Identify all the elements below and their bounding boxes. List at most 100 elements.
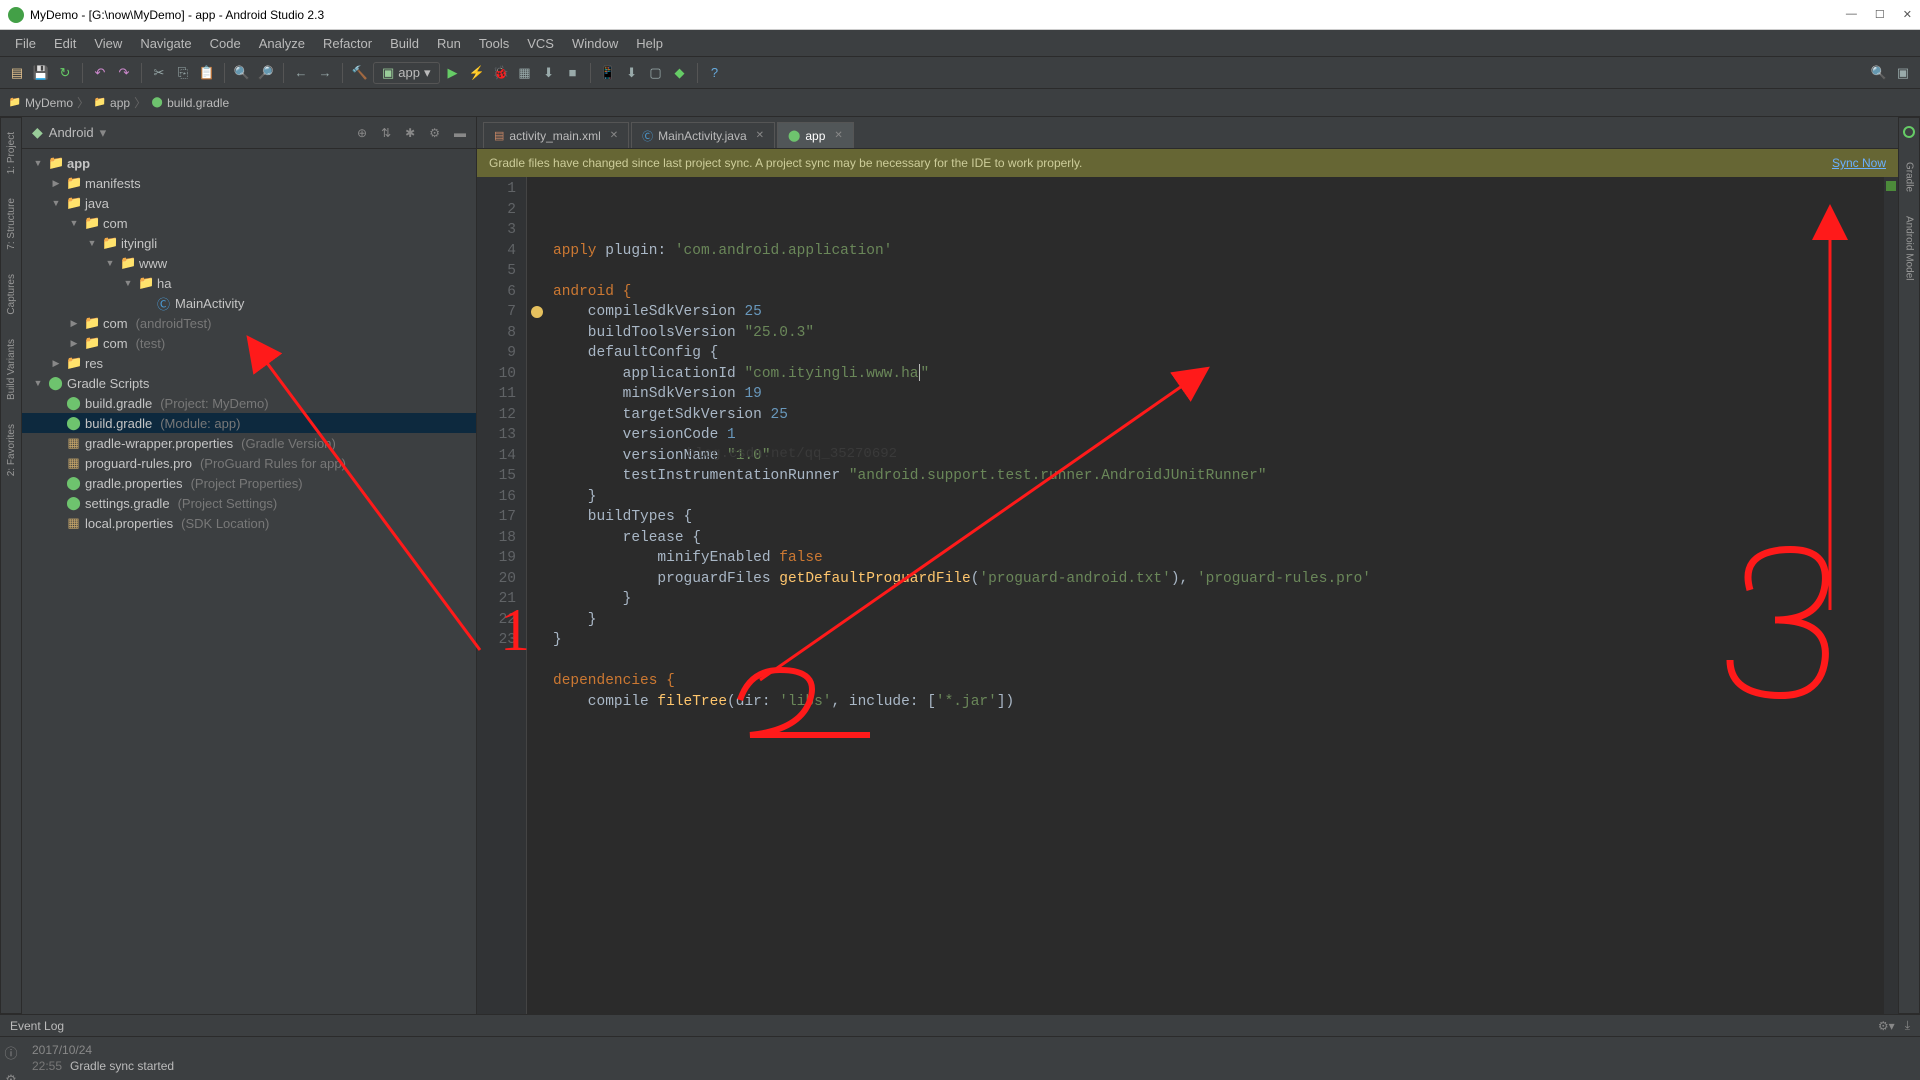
- redo-icon[interactable]: ↷: [113, 62, 135, 84]
- tree-node[interactable]: ▦local.properties(SDK Location): [22, 513, 476, 533]
- sync-now-link[interactable]: Sync Now: [1832, 156, 1886, 170]
- tree-node[interactable]: ▼📁java: [22, 193, 476, 213]
- project-tree[interactable]: ▼📁app▶📁manifests▼📁java▼📁com▼📁ityingli▼📁w…: [22, 149, 476, 1014]
- editor-tab[interactable]: ▤activity_main.xml✕: [483, 122, 629, 148]
- undo-icon[interactable]: ↶: [89, 62, 111, 84]
- close-button[interactable]: ✕: [1903, 8, 1912, 21]
- expand-arrow-icon[interactable]: ▶: [68, 318, 80, 329]
- run-icon[interactable]: ▶: [442, 62, 464, 84]
- expand-arrow-icon[interactable]: ▶: [50, 358, 62, 369]
- paste-icon[interactable]: 📋: [196, 62, 218, 84]
- copy-icon[interactable]: ⎘: [172, 62, 194, 84]
- menu-view[interactable]: View: [85, 32, 131, 55]
- tree-node[interactable]: ▶📁com(test): [22, 333, 476, 353]
- find-icon[interactable]: 🔍: [231, 62, 253, 84]
- menu-file[interactable]: File: [6, 32, 45, 55]
- tree-node[interactable]: ⬤gradle.properties(Project Properties): [22, 473, 476, 493]
- chevron-down-icon[interactable]: ▾: [100, 125, 107, 141]
- tree-node[interactable]: ▼📁www: [22, 253, 476, 273]
- menu-navigate[interactable]: Navigate: [131, 32, 200, 55]
- cut-icon[interactable]: ✂: [148, 62, 170, 84]
- expand-arrow-icon[interactable]: ▼: [68, 218, 80, 228]
- hide-panel-icon[interactable]: ⤓: [1905, 1018, 1910, 1033]
- menu-run[interactable]: Run: [428, 32, 470, 55]
- code-editor[interactable]: 1234567891011121314151617181920212223 bl…: [477, 177, 1898, 1014]
- layout-inspector-icon[interactable]: ▢: [645, 62, 667, 84]
- tree-node[interactable]: ▼📁com: [22, 213, 476, 233]
- close-tab-icon[interactable]: ✕: [756, 130, 764, 141]
- tree-node[interactable]: ⬤build.gradle(Module: app): [22, 413, 476, 433]
- menu-build[interactable]: Build: [381, 32, 428, 55]
- forward-icon[interactable]: →: [314, 62, 336, 84]
- gear-icon[interactable]: ⚙: [429, 126, 440, 140]
- expand-arrow-icon[interactable]: ▼: [32, 378, 44, 388]
- back-icon[interactable]: ←: [290, 62, 312, 84]
- expand-arrow-icon[interactable]: ▼: [122, 278, 134, 288]
- right-tab-gradle[interactable]: Gradle: [1902, 156, 1917, 198]
- minimize-button[interactable]: —: [1846, 8, 1857, 21]
- menu-code[interactable]: Code: [201, 32, 250, 55]
- editor-tab[interactable]: ⒸMainActivity.java✕: [631, 122, 775, 148]
- menu-refactor[interactable]: Refactor: [314, 32, 381, 55]
- android-icon[interactable]: ◆: [669, 62, 691, 84]
- gear-icon[interactable]: ⚙▾: [1878, 1019, 1895, 1033]
- profile-icon[interactable]: ▦: [514, 62, 536, 84]
- menu-window[interactable]: Window: [563, 32, 627, 55]
- tree-node[interactable]: ▼📁ha: [22, 273, 476, 293]
- expand-arrow-icon[interactable]: ▶: [50, 178, 62, 189]
- sort-icon[interactable]: ⇅: [381, 126, 391, 140]
- replace-icon[interactable]: 🔎: [255, 62, 277, 84]
- sdk-icon[interactable]: ⬇: [621, 62, 643, 84]
- menu-tools[interactable]: Tools: [470, 32, 518, 55]
- menu-edit[interactable]: Edit: [45, 32, 85, 55]
- expand-arrow-icon[interactable]: ▼: [50, 198, 62, 208]
- expand-arrow-icon[interactable]: ▶: [68, 338, 80, 349]
- stop-icon[interactable]: ■: [562, 62, 584, 84]
- event-log-text[interactable]: 2017/10/2422:55Gradle sync started22:55G…: [22, 1037, 1920, 1080]
- settings-icon[interactable]: ⚙: [5, 1072, 17, 1080]
- help-icon[interactable]: ?: [704, 62, 726, 84]
- attach-icon[interactable]: ⬇: [538, 62, 560, 84]
- tree-node[interactable]: ▼📁app: [22, 153, 476, 173]
- intention-bulb-icon[interactable]: [531, 306, 543, 318]
- code-text[interactable]: blog.csdn.net/qq_35270692 apply plugin: …: [547, 177, 1884, 1014]
- open-icon[interactable]: ▤: [6, 62, 28, 84]
- sync-icon[interactable]: ↻: [54, 62, 76, 84]
- line-gutter[interactable]: 1234567891011121314151617181920212223: [477, 177, 527, 1014]
- menu-vcs[interactable]: VCS: [518, 32, 563, 55]
- tree-node[interactable]: ⒸMainActivity: [22, 293, 476, 313]
- apply-changes-icon[interactable]: ⚡: [466, 62, 488, 84]
- left-tab-project[interactable]: 1: Project: [4, 126, 19, 180]
- save-icon[interactable]: 💾: [30, 62, 52, 84]
- expand-arrow-icon[interactable]: ▼: [32, 158, 44, 168]
- close-tab-icon[interactable]: ✕: [610, 130, 618, 141]
- tree-node[interactable]: ▼⬤Gradle Scripts: [22, 373, 476, 393]
- run-config-select[interactable]: ▣ app ▾: [373, 62, 440, 84]
- left-tab-structure[interactable]: 7: Structure: [4, 192, 19, 256]
- maximize-button[interactable]: ☐: [1875, 8, 1885, 21]
- menu-analyze[interactable]: Analyze: [250, 32, 314, 55]
- make-icon[interactable]: 🔨: [349, 62, 371, 84]
- tree-node[interactable]: ⬤build.gradle(Project: MyDemo): [22, 393, 476, 413]
- breadcrumb-item[interactable]: ⬤build.gradle: [150, 96, 229, 110]
- target-icon[interactable]: ⊕: [357, 126, 367, 140]
- expand-arrow-icon[interactable]: ▼: [86, 238, 98, 248]
- left-tab-captures[interactable]: Captures: [4, 268, 19, 321]
- debug-icon[interactable]: 🐞: [490, 62, 512, 84]
- info-icon[interactable]: ⓘ: [4, 1043, 17, 1062]
- project-view-select[interactable]: Android: [49, 125, 94, 140]
- inspection-ok-icon[interactable]: [1886, 181, 1896, 191]
- left-tab-build-variants[interactable]: Build Variants: [4, 333, 19, 406]
- minimize-panel-icon[interactable]: ▬: [454, 126, 466, 140]
- breadcrumb-item[interactable]: 📁MyDemo: [8, 96, 73, 110]
- menu-help[interactable]: Help: [627, 32, 672, 55]
- tree-node[interactable]: ▶📁manifests: [22, 173, 476, 193]
- tree-node[interactable]: ▼📁ityingli: [22, 233, 476, 253]
- gradle-sync-status-icon[interactable]: [1903, 126, 1915, 138]
- tree-node[interactable]: ⬤settings.gradle(Project Settings): [22, 493, 476, 513]
- filter-icon[interactable]: ✱: [405, 126, 415, 140]
- tree-node[interactable]: ▶📁res: [22, 353, 476, 373]
- tool-windows-icon[interactable]: ▣: [1892, 62, 1914, 84]
- avd-icon[interactable]: 📱: [597, 62, 619, 84]
- tree-node[interactable]: ▶📁com(androidTest): [22, 313, 476, 333]
